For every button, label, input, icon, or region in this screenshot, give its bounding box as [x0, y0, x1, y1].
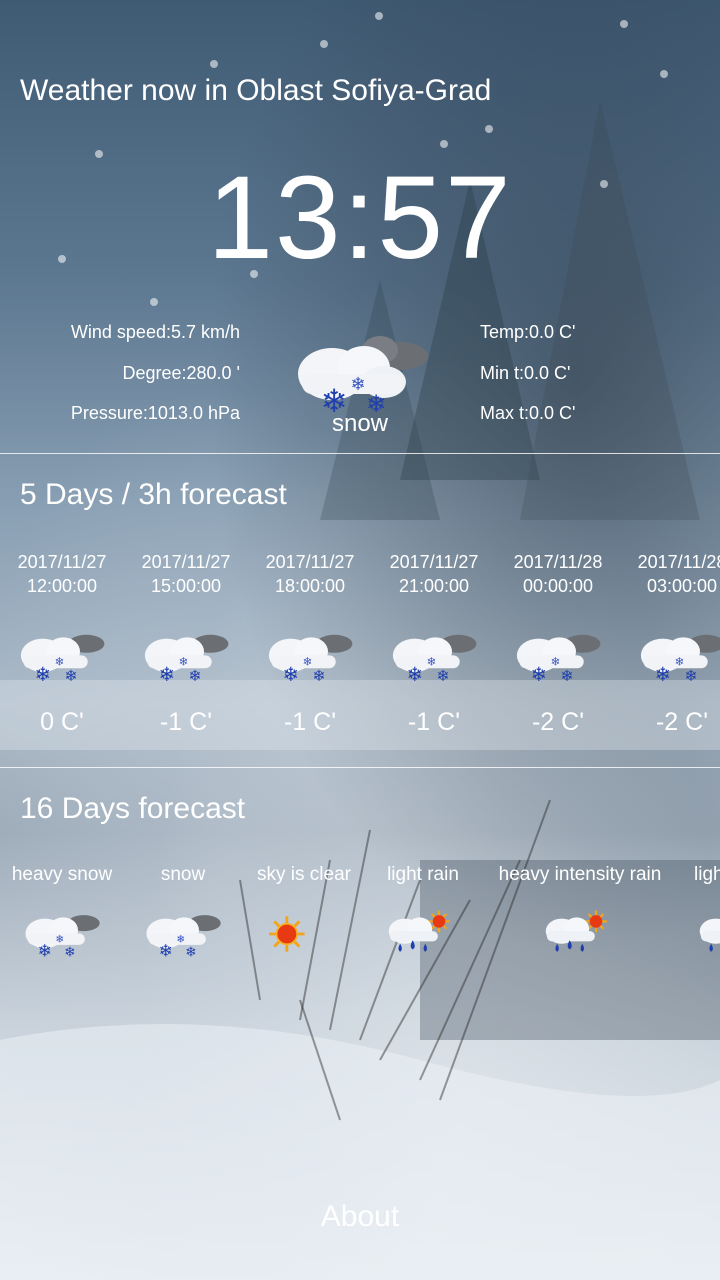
svg-text:❄: ❄ [65, 668, 78, 685]
svg-text:❄: ❄ [427, 657, 437, 669]
forecast-date: 2017/11/28 [513, 552, 603, 572]
forecast-date: 2017/11/27 [17, 552, 107, 572]
rain-cloud-icon [699, 918, 720, 952]
snow-cloud-icon: ❄❄❄ [20, 634, 105, 686]
forecast-16day-item: snow ❄ ❄ ❄ [128, 864, 238, 964]
forecast-16day-label: light rain [387, 864, 459, 885]
forecast-16day-item: light rain [694, 864, 720, 964]
svg-text:❄: ❄ [407, 665, 423, 686]
forecast-16day-label: snow [160, 864, 206, 885]
svg-text:❄: ❄ [655, 665, 671, 686]
snow-cloud-icon: ❄❄❄ [146, 915, 221, 960]
forecast-temp: -1 C' [283, 708, 336, 736]
sun-rain-cloud-icon [545, 910, 607, 952]
about-button[interactable]: About [0, 1200, 720, 1234]
svg-text:❄: ❄ [55, 935, 64, 946]
svg-text:❄: ❄ [55, 657, 65, 669]
forecast-temp: -2 C' [531, 708, 584, 736]
page-title: Weather now in Oblast Sofiya-Grad [20, 74, 492, 107]
forecast-time: 12:00:00 [26, 576, 98, 596]
divider [0, 453, 720, 454]
snow-cloud-icon: ❄❄❄ [516, 634, 601, 686]
snow-cloud-icon: ❄❄❄ [640, 634, 720, 686]
wind-speed: Wind speed:5.7 km/h [70, 322, 240, 342]
forecast-16day-title: 16 Days forecast [20, 792, 246, 825]
forecast-item: 2017/11/28 00:00:00 ❄ ❄ ❄ -2 C' [496, 550, 620, 737]
min-temperature: Min t:0.0 C' [480, 363, 571, 383]
current-description: snow [331, 410, 389, 437]
divider [0, 767, 720, 768]
wind-degree: Degree:280.0 ' [122, 363, 240, 383]
forecast-date: 2017/11/27 [141, 552, 231, 572]
svg-text:❄: ❄ [531, 665, 547, 686]
forecast-temp: -1 C' [407, 708, 460, 736]
svg-text:❄: ❄ [313, 668, 326, 685]
svg-text:❄: ❄ [551, 657, 561, 669]
forecast-item: 2017/11/27 21:00:00 ❄ ❄ ❄ -1 C' [372, 550, 496, 737]
sun-icon [269, 916, 305, 952]
svg-text:❄: ❄ [159, 940, 173, 960]
svg-text:❄: ❄ [350, 374, 365, 395]
forecast-temp: -2 C' [655, 708, 708, 736]
sun-rain-cloud-icon [388, 910, 450, 952]
forecast-16day-label: heavy snow [11, 864, 113, 885]
svg-text:❄: ❄ [189, 668, 202, 685]
svg-text:❄: ❄ [35, 665, 51, 686]
svg-text:❄: ❄ [64, 944, 75, 959]
current-time: 13:57 [207, 152, 513, 284]
forecast-time: 03:00:00 [646, 576, 718, 596]
forecast-temp: -1 C' [159, 708, 212, 736]
forecast-16day-item: light rain [374, 864, 472, 964]
forecast-item: 2017/11/27 15:00:00 ❄ ❄ ❄ -1 C' [124, 550, 248, 737]
forecast-5day-title: 5 Days / 3h forecast [20, 478, 287, 511]
temperature: Temp:0.0 C' [480, 322, 576, 342]
forecast-item: 2017/11/27 18:00:00 ❄ ❄ ❄ -1 C' [248, 550, 372, 737]
svg-text:❄: ❄ [176, 935, 185, 946]
snow-cloud-icon: ❄ ❄ ❄ [298, 336, 428, 420]
svg-text:❄: ❄ [303, 657, 313, 669]
forecast-item: 2017/11/28 03:00:00 ❄ ❄ ❄ -2 C' [620, 550, 720, 737]
svg-text:❄: ❄ [159, 665, 175, 686]
forecast-time: 15:00:00 [150, 576, 222, 596]
forecast-date: 2017/11/27 [265, 552, 355, 572]
forecast-16day-label: heavy intensity rain [498, 864, 662, 885]
svg-text:❄: ❄ [685, 668, 698, 685]
snow-cloud-icon: ❄❄❄ [25, 915, 100, 960]
forecast-16day-item: heavy intensity rain [490, 864, 670, 964]
forecast-16day-label: light rain [694, 864, 720, 885]
snow-cloud-icon: ❄❄❄ [144, 634, 229, 686]
snow-cloud-icon: ❄❄❄ [392, 634, 477, 686]
svg-text:❄: ❄ [675, 657, 685, 669]
svg-text:❄: ❄ [38, 940, 52, 960]
forecast-time: 21:00:00 [398, 576, 470, 596]
forecast-16day-label: sky is clear [257, 864, 351, 885]
svg-text:❄: ❄ [437, 668, 450, 685]
forecast-item: 2017/11/27 12:00:00 ❄ ❄ ❄ 0 C' [0, 550, 124, 737]
forecast-16day-item: heavy snow ❄ ❄ ❄ [8, 864, 116, 964]
forecast-date: 2017/11/28 [637, 552, 720, 572]
forecast-16day-item: sky is clear [250, 864, 358, 964]
snow-cloud-icon: ❄❄❄ [268, 634, 353, 686]
forecast-date: 2017/11/27 [389, 552, 479, 572]
svg-text:❄: ❄ [283, 665, 299, 686]
svg-text:❄: ❄ [561, 668, 574, 685]
svg-text:❄: ❄ [179, 657, 189, 669]
forecast-time: 00:00:00 [522, 576, 594, 596]
forecast-temp: 0 C' [40, 708, 84, 736]
forecast-time: 18:00:00 [274, 576, 346, 596]
svg-text:❄: ❄ [185, 944, 196, 959]
